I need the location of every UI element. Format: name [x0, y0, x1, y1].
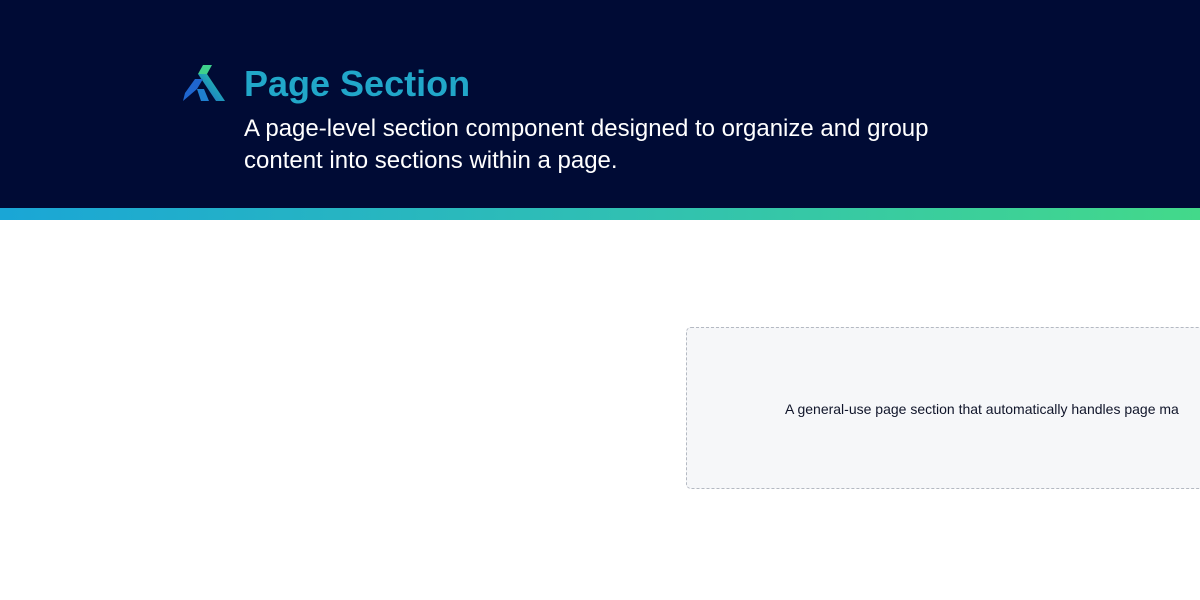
- gorilla-brand-icon: [183, 65, 225, 101]
- page-section-example: A general-use page section that automati…: [686, 327, 1200, 489]
- page-description: A page-level section component designed …: [244, 115, 929, 174]
- header-accent-bar: [0, 208, 1200, 220]
- page-title: Page Section: [244, 63, 471, 104]
- page-root: Page Section A page-level section compon…: [0, 0, 1200, 600]
- page-header: Page Section A page-level section compon…: [0, 0, 1200, 208]
- page-section-example-text: A general-use page section that automati…: [785, 401, 1179, 417]
